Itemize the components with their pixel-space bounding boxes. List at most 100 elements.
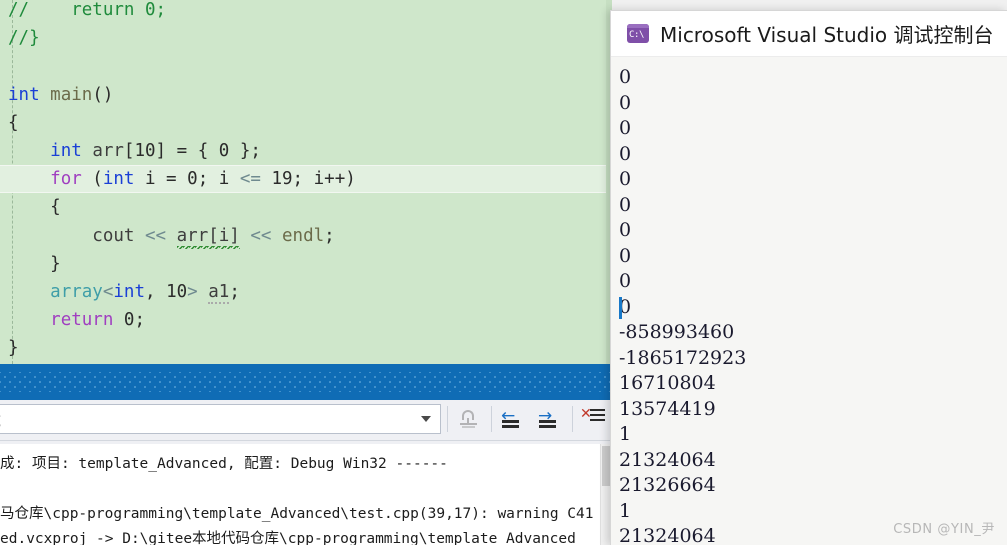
code-line[interactable]: return 0; [0, 306, 612, 334]
csdn-watermark: CSDN @YIN_尹 [893, 522, 995, 537]
console-line: 1 [619, 423, 632, 445]
screenshot-root: // return 0; //} int main() { int arr[10] =… [0, 0, 1007, 545]
code-token: << [250, 225, 272, 246]
console-title-bar[interactable]: C:\ Microsoft Visual Studio 调试控制台 [611, 11, 1007, 57]
output-source-value: 生成 [0, 407, 1, 432]
console-line: 0 [619, 142, 632, 165]
code-token: <= [239, 169, 261, 190]
stamp-button[interactable] [453, 406, 483, 432]
code-token: cout [92, 225, 135, 246]
console-line: 0 [619, 244, 632, 267]
code-token: } [8, 338, 19, 359]
code-line[interactable]: for (int i = 0; i <= 19; i++) [0, 165, 612, 194]
code-text[interactable]: // return 0; //} int main() { int arr[10] =… [0, 0, 612, 362]
cmd-console-icon: C:\ [627, 24, 649, 43]
chevron-down-icon[interactable] [421, 416, 431, 422]
code-line[interactable]: } [0, 334, 612, 362]
code-line[interactable]: //} [0, 24, 612, 52]
console-line: 0 [619, 117, 632, 139]
console-line: 0 [619, 270, 632, 292]
console-line: 0 [619, 66, 632, 88]
code-token: 0 [218, 140, 230, 161]
code-line[interactable] [0, 52, 612, 80]
clear-all-button[interactable]: ✕ [578, 406, 608, 432]
code-token: ( [81, 169, 103, 190]
code-token: int [102, 169, 135, 190]
console-icon-text: C:\ [629, 30, 645, 40]
code-token: () [92, 84, 114, 105]
code-token: > [187, 281, 198, 302]
code-line[interactable]: int main() [0, 81, 612, 109]
code-token: endl [282, 225, 325, 246]
code-token: 10 [134, 140, 156, 161]
code-line[interactable]: // return 0; [0, 0, 612, 24]
code-token: 10 [166, 281, 188, 302]
stamp-icon [460, 409, 477, 428]
console-title: Microsoft Visual Studio 调试控制台 [660, 23, 994, 47]
code-line[interactable]: } [0, 250, 612, 278]
code-token: 0 [123, 310, 135, 331]
console-line: 0 [619, 295, 632, 318]
code-line[interactable]: cout << arr[i] << endl; [0, 222, 612, 250]
code-token: ; [324, 225, 335, 246]
code-token: //} [8, 28, 40, 49]
console-line: 16710804 [619, 372, 716, 394]
output-divider [0, 440, 612, 441]
toolbar-separator-2 [491, 406, 492, 432]
code-line[interactable]: { [0, 109, 612, 137]
next-message-button[interactable]: → [535, 406, 565, 432]
output-line: 马仓库\cpp-programming\template_Advanced\te… [0, 506, 594, 522]
code-editor[interactable]: // return 0; //} int main() { int arr[10] =… [0, 0, 612, 364]
code-token: = { [166, 140, 219, 161]
console-line: 13574419 [619, 397, 716, 420]
code-token: [ [123, 140, 135, 161]
output-line: ed.vcxproj -> D:\gitee本地代码仓库\cpp-program… [0, 531, 576, 545]
output-log[interactable]: 成: 项目: template_Advanced, 配置: Debug Win3… [0, 444, 612, 545]
output-toolbar: 生成 ← → [0, 400, 612, 438]
output-source-combobox[interactable]: 生成 [0, 404, 441, 434]
code-token: , [145, 281, 167, 302]
code-token: arr[i] [176, 225, 240, 249]
code-token: ; i [197, 169, 240, 190]
console-line: -1865172923 [619, 346, 747, 369]
code-token: { [8, 197, 61, 218]
code-token: { [8, 112, 19, 133]
console-line: -858993460 [619, 321, 735, 343]
code-token: 0 [187, 169, 198, 190]
code-token: i = [134, 169, 188, 190]
code-token: ; [229, 281, 240, 302]
console-line: 0 [619, 219, 632, 241]
code-token: int [50, 140, 82, 161]
code-token: main [50, 84, 93, 105]
code-token: a1 [208, 281, 230, 304]
code-token: < [102, 281, 114, 302]
debug-console-window[interactable]: C:\ Microsoft Visual Studio 调试控制台 0 0 0 0 0 0… [610, 10, 1007, 545]
console-line: 21326664 [619, 474, 716, 496]
output-pane: 生成 ← → [0, 400, 612, 545]
code-token: arr [92, 140, 124, 161]
previous-message-button[interactable]: ← [498, 406, 528, 432]
pane-splitter[interactable] [0, 364, 612, 400]
code-token: } [8, 253, 61, 274]
code-token: // return 0; [8, 0, 167, 20]
code-line[interactable]: { [0, 193, 612, 221]
code-token: 19 [271, 169, 293, 190]
code-line[interactable]: int arr[10] = { 0 }; [0, 137, 612, 165]
code-token: }; [229, 140, 261, 161]
code-line[interactable]: array<int, 10> a1; [0, 278, 612, 306]
console-output[interactable]: 0 0 0 0 0 0 0 0 0 0 -858993460 -1865172923 16710804 1… [611, 57, 1007, 545]
toolbar-separator-3 [572, 406, 573, 432]
code-token: int [8, 84, 40, 105]
